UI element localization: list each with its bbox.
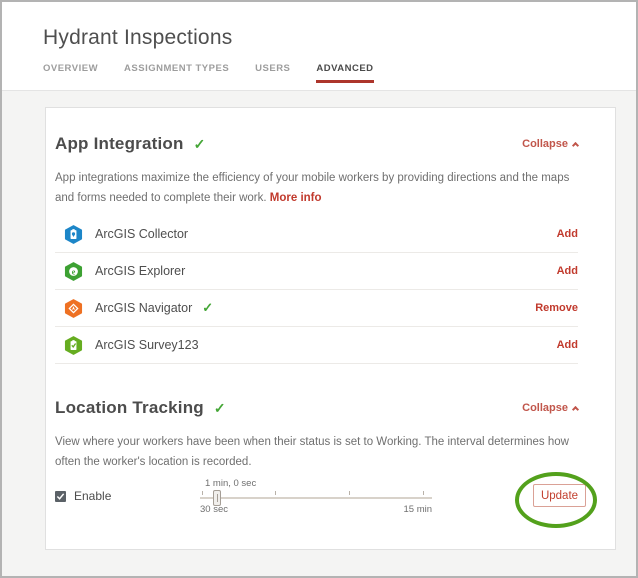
app-integration-header: App Integration ✓ Collapse <box>55 134 578 154</box>
app-name: ArcGIS Survey123 <box>95 338 199 352</box>
slider-max-label: 15 min <box>403 504 432 515</box>
location-tracking-title: Location Tracking <box>55 398 204 418</box>
page-header: Hydrant Inspections OVERVIEW ASSIGNMENT … <box>2 2 636 91</box>
collapse-label: Collapse <box>522 402 568 414</box>
navigator-app-icon <box>64 299 83 318</box>
app-list: ArcGIS Collector Add e ArcGIS Explorer A… <box>55 216 578 364</box>
svg-text:e: e <box>72 267 76 276</box>
app-name: ArcGIS Collector <box>95 227 188 241</box>
survey123-add-link[interactable]: Add <box>557 339 578 351</box>
section-check-icon: ✓ <box>194 136 206 153</box>
slider-tick <box>349 491 350 495</box>
slider-value-label: 1 min, 0 sec <box>205 478 256 489</box>
section-check-icon: ✓ <box>214 400 226 417</box>
workforce-project-page: Hydrant Inspections OVERVIEW ASSIGNMENT … <box>0 0 638 578</box>
advanced-settings-card: App Integration ✓ Collapse App integrati… <box>45 107 616 550</box>
enable-label: Enable <box>74 489 111 503</box>
app-name: ArcGIS Navigator <box>95 301 192 315</box>
app-row-explorer: e ArcGIS Explorer Add <box>55 253 578 290</box>
location-tracking-header: Location Tracking ✓ Collapse <box>55 398 578 418</box>
enable-checkbox[interactable] <box>55 491 66 502</box>
collector-add-link[interactable]: Add <box>557 228 578 240</box>
tab-bar: OVERVIEW ASSIGNMENT TYPES USERS ADVANCED <box>43 63 636 83</box>
app-name: ArcGIS Explorer <box>95 264 185 278</box>
slider-tick <box>202 491 203 495</box>
app-row-navigator: ArcGIS Navigator ✓ Remove <box>55 290 578 327</box>
slider-tick <box>275 491 276 495</box>
app-integration-description: App integrations maximize the efficiency… <box>55 168 578 208</box>
app-integration-collapse-link[interactable]: Collapse <box>522 138 578 150</box>
tracking-controls-row: Enable 1 min, 0 sec 30 sec 15 min Update <box>55 478 578 542</box>
app-row-survey123: ArcGIS Survey123 Add <box>55 327 578 364</box>
survey123-app-icon <box>64 336 83 355</box>
slider-track[interactable] <box>200 497 432 499</box>
location-tracking-description: View where your workers have been when t… <box>55 432 578 472</box>
slider-min-label: 30 sec <box>200 504 228 515</box>
chevron-up-icon <box>572 406 579 413</box>
tab-advanced[interactable]: ADVANCED <box>316 63 373 83</box>
location-tracking-collapse-link[interactable]: Collapse <box>522 402 578 414</box>
integrated-check-icon: ✓ <box>202 300 213 316</box>
slider-tick <box>423 491 424 495</box>
app-integration-title: App Integration <box>55 134 184 154</box>
tab-users[interactable]: USERS <box>255 63 290 83</box>
collapse-label: Collapse <box>522 138 568 150</box>
page-title: Hydrant Inspections <box>43 26 636 50</box>
chevron-up-icon <box>572 142 579 149</box>
tab-overview[interactable]: OVERVIEW <box>43 63 98 83</box>
explorer-app-icon: e <box>64 262 83 281</box>
navigator-remove-link[interactable]: Remove <box>535 302 578 314</box>
enable-checkbox-group[interactable]: Enable <box>55 489 111 503</box>
interval-slider[interactable]: 1 min, 0 sec 30 sec 15 min <box>200 478 432 518</box>
collector-app-icon <box>64 225 83 244</box>
tab-assignment-types[interactable]: ASSIGNMENT TYPES <box>124 63 229 83</box>
app-row-collector: ArcGIS Collector Add <box>55 216 578 253</box>
explorer-add-link[interactable]: Add <box>557 265 578 277</box>
update-button[interactable]: Update <box>533 484 586 507</box>
more-info-link[interactable]: More info <box>270 192 322 204</box>
checkbox-check-icon <box>56 492 65 501</box>
